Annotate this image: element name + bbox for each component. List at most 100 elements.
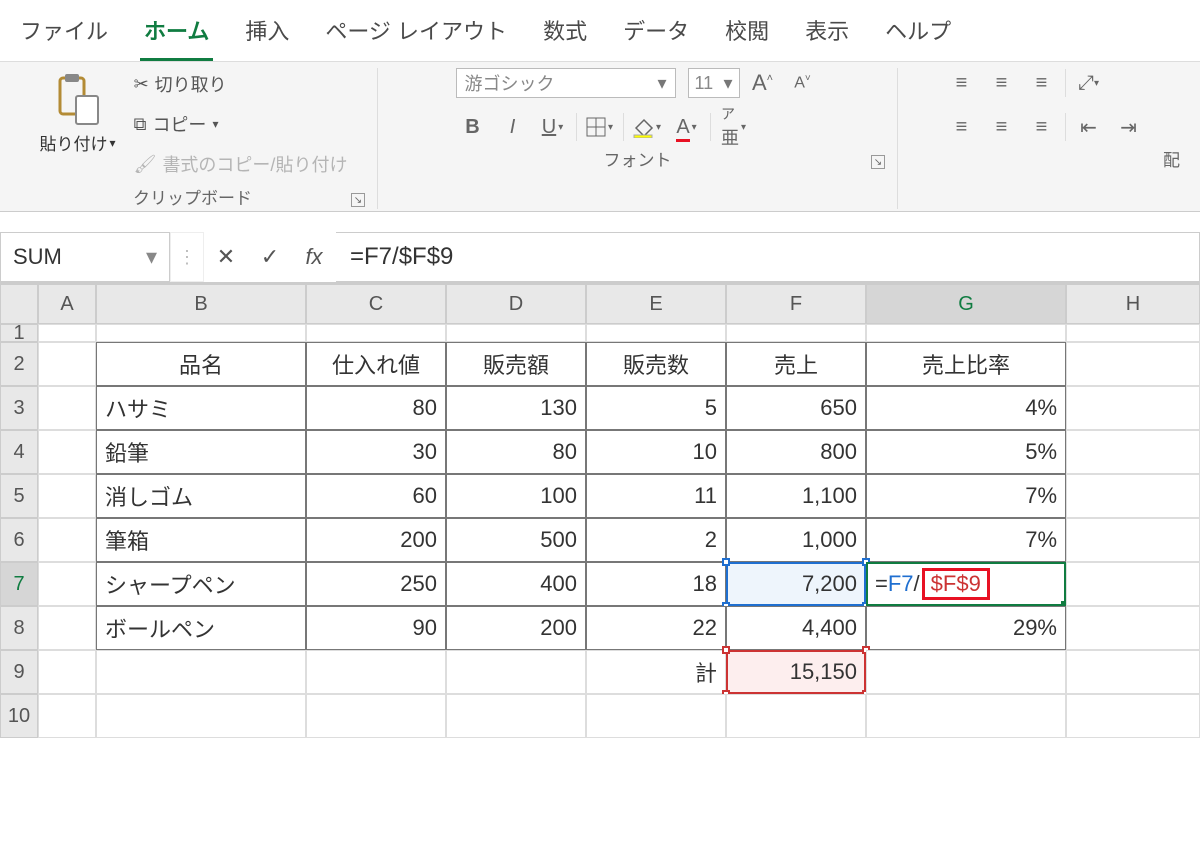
cell-D6[interactable]: 500 xyxy=(446,518,586,562)
row-header-10[interactable]: 10 xyxy=(0,694,38,738)
cell-H1[interactable] xyxy=(1066,324,1200,342)
col-header-H[interactable]: H xyxy=(1066,284,1200,324)
bold-button[interactable]: B xyxy=(456,112,490,142)
cell-A3[interactable] xyxy=(38,386,96,430)
fill-color-button[interactable]: ▾ xyxy=(630,112,664,142)
cell-F6[interactable]: 1,000 xyxy=(726,518,866,562)
align-left-button[interactable]: ≡ xyxy=(945,112,979,142)
cell-C10[interactable] xyxy=(306,694,446,738)
tab-data[interactable]: データ xyxy=(619,8,693,61)
cell-A4[interactable] xyxy=(38,430,96,474)
cell-C4[interactable]: 30 xyxy=(306,430,446,474)
col-header-E[interactable]: E xyxy=(586,284,726,324)
cell-D9[interactable] xyxy=(446,650,586,694)
cell-G3[interactable]: 4% xyxy=(866,386,1066,430)
cell-G10[interactable] xyxy=(866,694,1066,738)
cell-B3[interactable]: ハサミ xyxy=(96,386,306,430)
cell-A8[interactable] xyxy=(38,606,96,650)
col-header-C[interactable]: C xyxy=(306,284,446,324)
font-size-dropdown[interactable]: 11 ▾ xyxy=(688,68,740,98)
cell-G4[interactable]: 5% xyxy=(866,430,1066,474)
orientation-button[interactable]: ⤢▾ xyxy=(1072,68,1106,98)
decrease-font-button[interactable]: A˅ xyxy=(786,68,820,98)
select-all-corner[interactable] xyxy=(0,284,38,324)
cell-C3[interactable]: 80 xyxy=(306,386,446,430)
cell-H3[interactable] xyxy=(1066,386,1200,430)
cell-C9[interactable] xyxy=(306,650,446,694)
cell-G8[interactable]: 29% xyxy=(866,606,1066,650)
insert-function-button[interactable]: fx xyxy=(292,232,336,282)
cell-F4[interactable]: 800 xyxy=(726,430,866,474)
cell-A9[interactable] xyxy=(38,650,96,694)
cell-E9[interactable]: 計 xyxy=(586,650,726,694)
cell-B2[interactable]: 品名 xyxy=(96,342,306,386)
cell-C6[interactable]: 200 xyxy=(306,518,446,562)
cell-D3[interactable]: 130 xyxy=(446,386,586,430)
cell-D8[interactable]: 200 xyxy=(446,606,586,650)
row-header-9[interactable]: 9 xyxy=(0,650,38,694)
italic-button[interactable]: I xyxy=(496,112,530,142)
cell-E4[interactable]: 10 xyxy=(586,430,726,474)
cut-button[interactable]: ✂ 切り取り xyxy=(130,68,352,100)
col-header-F[interactable]: F xyxy=(726,284,866,324)
cell-G1[interactable] xyxy=(866,324,1066,342)
cell-B9[interactable] xyxy=(96,650,306,694)
align-middle-button[interactable]: ≡ xyxy=(985,68,1019,98)
cell-B8[interactable]: ボールペン xyxy=(96,606,306,650)
cell-D2[interactable]: 販売額 xyxy=(446,342,586,386)
cell-F3[interactable]: 650 xyxy=(726,386,866,430)
formula-input[interactable]: =F7/$F$9 xyxy=(336,232,1200,282)
dialog-launcher-clipboard[interactable]: ↘ xyxy=(351,193,365,207)
range-handle[interactable] xyxy=(722,646,730,654)
row-header-4[interactable]: 4 xyxy=(0,430,38,474)
copy-button[interactable]: ⧉ コピー ▾ xyxy=(130,108,352,140)
cell-G5[interactable]: 7% xyxy=(866,474,1066,518)
name-box[interactable]: SUM ▾ xyxy=(0,232,170,282)
row-header-2[interactable]: 2 xyxy=(0,342,38,386)
cell-A2[interactable] xyxy=(38,342,96,386)
tab-page-layout[interactable]: ページ レイアウト xyxy=(321,8,511,61)
tab-review[interactable]: 校閲 xyxy=(721,8,773,61)
cell-D10[interactable] xyxy=(446,694,586,738)
align-right-button[interactable]: ≡ xyxy=(1025,112,1059,142)
tab-help[interactable]: ヘルプ xyxy=(881,8,955,61)
cell-D4[interactable]: 80 xyxy=(446,430,586,474)
cell-H2[interactable] xyxy=(1066,342,1200,386)
cell-H10[interactable] xyxy=(1066,694,1200,738)
col-header-D[interactable]: D xyxy=(446,284,586,324)
cell-C2[interactable]: 仕入れ値 xyxy=(306,342,446,386)
cell-H6[interactable] xyxy=(1066,518,1200,562)
cell-G6[interactable]: 7% xyxy=(866,518,1066,562)
cell-H7[interactable] xyxy=(1066,562,1200,606)
cell-A10[interactable] xyxy=(38,694,96,738)
cell-H9[interactable] xyxy=(1066,650,1200,694)
borders-button[interactable]: ▾ xyxy=(583,112,617,142)
dialog-launcher-font[interactable]: ↘ xyxy=(871,155,885,169)
tab-file[interactable]: ファイル xyxy=(16,8,112,61)
cell-E3[interactable]: 5 xyxy=(586,386,726,430)
cell-B5[interactable]: 消しゴム xyxy=(96,474,306,518)
align-center-button[interactable]: ≡ xyxy=(985,112,1019,142)
cell-E8[interactable]: 22 xyxy=(586,606,726,650)
increase-indent-button[interactable]: ⇥ xyxy=(1112,112,1146,142)
decrease-indent-button[interactable]: ⇤ xyxy=(1072,112,1106,142)
cell-C1[interactable] xyxy=(306,324,446,342)
cell-E6[interactable]: 2 xyxy=(586,518,726,562)
cell-F5[interactable]: 1,100 xyxy=(726,474,866,518)
cell-F9[interactable]: 15,150 xyxy=(726,650,866,694)
cell-C8[interactable]: 90 xyxy=(306,606,446,650)
cell-C7[interactable]: 250 xyxy=(306,562,446,606)
phonetic-button[interactable]: ア亜 ▾ xyxy=(717,112,751,142)
cell-E5[interactable]: 11 xyxy=(586,474,726,518)
cell-E10[interactable] xyxy=(586,694,726,738)
cell-H5[interactable] xyxy=(1066,474,1200,518)
paste-button[interactable]: 貼り付け ▾ xyxy=(34,68,122,159)
row-header-6[interactable]: 6 xyxy=(0,518,38,562)
cell-A5[interactable] xyxy=(38,474,96,518)
tab-insert[interactable]: 挿入 xyxy=(241,8,293,61)
format-painter-button[interactable]: 🖌 書式のコピー/貼り付け xyxy=(130,148,352,180)
underline-button[interactable]: U▾ xyxy=(536,112,570,142)
cell-B10[interactable] xyxy=(96,694,306,738)
tab-formulas[interactable]: 数式 xyxy=(539,8,591,61)
cell-G7[interactable]: =F7/$F$9 xyxy=(866,562,1066,606)
